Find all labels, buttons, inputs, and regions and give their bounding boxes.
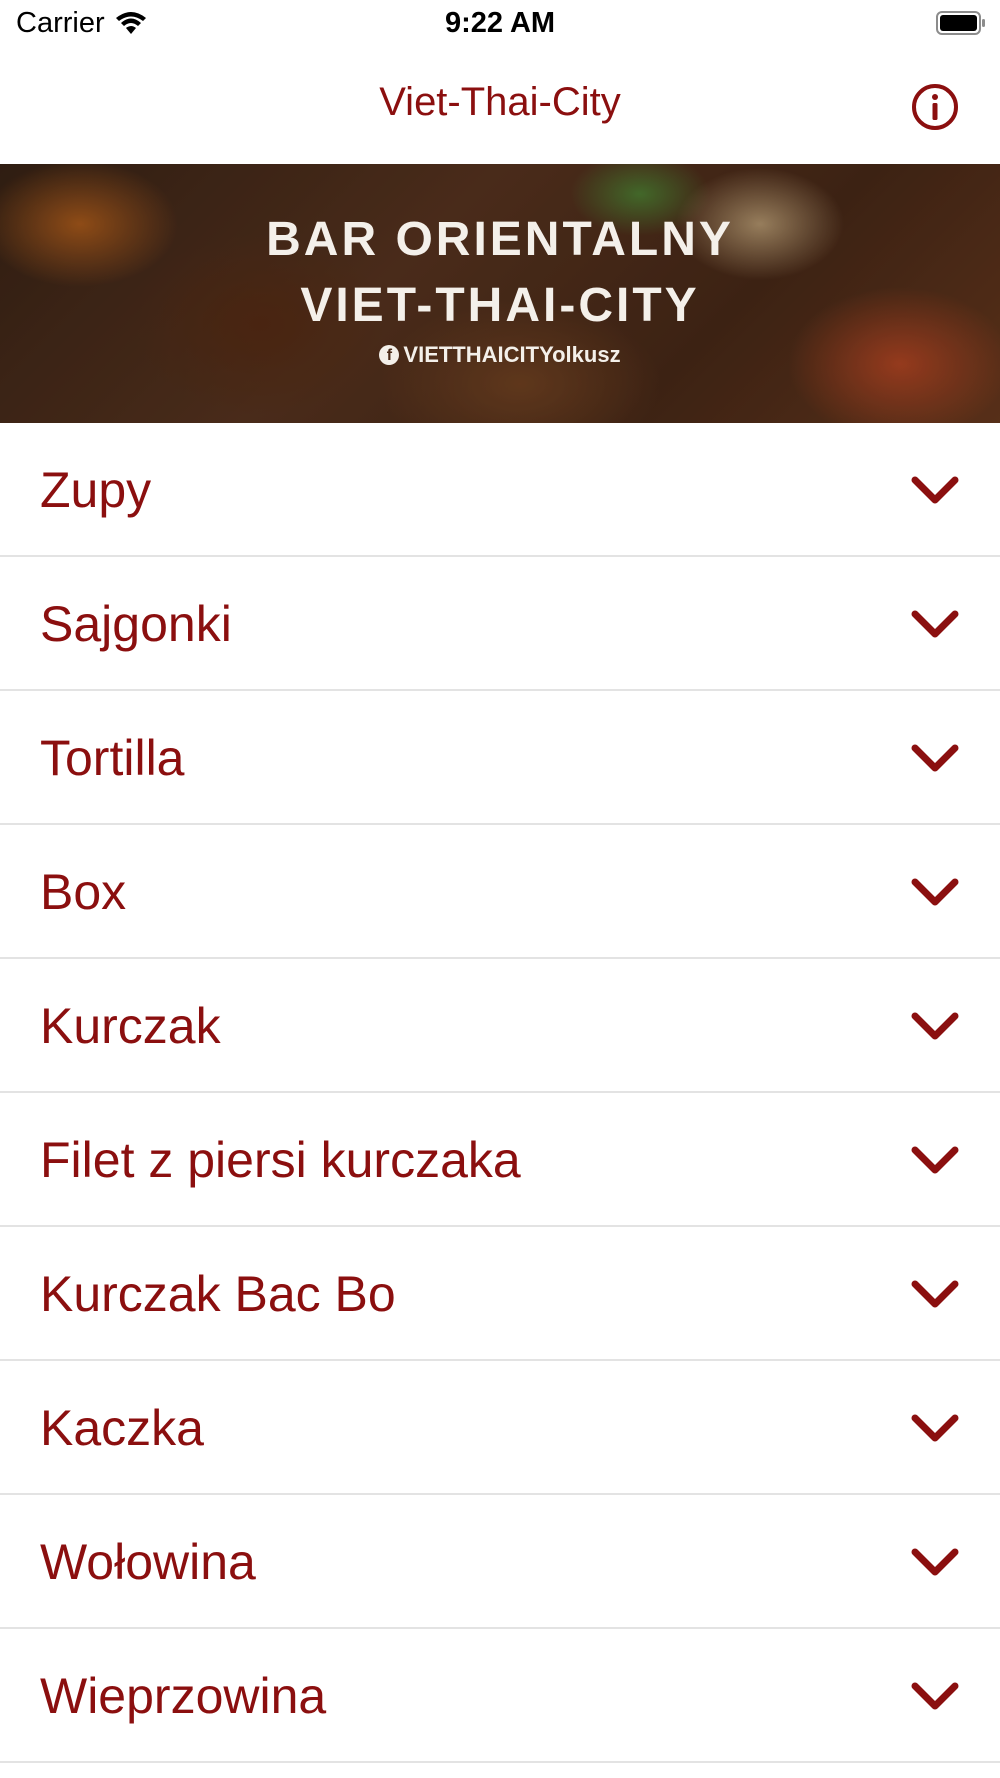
menu-row-sajgonki[interactable]: Sajgonki [0, 557, 1000, 691]
menu-row-label: Box [40, 864, 127, 920]
info-icon[interactable] [910, 82, 960, 132]
chevron-down-icon [911, 476, 959, 504]
menu-row-kurczak-bac-bo[interactable]: Kurczak Bac Bo [0, 1227, 1000, 1361]
chevron-down-icon [911, 744, 959, 772]
menu-category-list: Zupy Sajgonki Tortilla Box Kurczak Filet… [0, 423, 1000, 1763]
menu-row-kaczka[interactable]: Kaczka [0, 1361, 1000, 1495]
menu-row-box[interactable]: Box [0, 825, 1000, 959]
chevron-down-icon [911, 1012, 959, 1040]
menu-row-label: Kaczka [40, 1400, 204, 1456]
menu-row-kurczak[interactable]: Kurczak [0, 959, 1000, 1093]
menu-row-wieprzowina[interactable]: Wieprzowina [0, 1629, 1000, 1763]
facebook-icon: f [379, 345, 400, 365]
navigation-bar: Viet-Thai-City [0, 52, 1000, 164]
chevron-down-icon [911, 878, 959, 906]
menu-row-tortilla[interactable]: Tortilla [0, 691, 1000, 825]
chevron-down-icon [911, 1146, 959, 1174]
chevron-down-icon [911, 1548, 959, 1576]
banner-title-line-2: VIET-THAI-CITY [300, 279, 700, 332]
menu-row-label: Sajgonki [40, 596, 232, 652]
menu-row-label: Wołowina [40, 1534, 256, 1590]
status-time: 9:22 AM [444, 7, 556, 39]
battery-icon [936, 11, 985, 35]
menu-row-label: Filet z piersi kurczaka [40, 1132, 521, 1188]
menu-row-label: Kurczak Bac Bo [40, 1266, 396, 1322]
banner-handle-text: VIETTHAICITYolkusz [403, 342, 621, 367]
banner-title-line-1: BAR ORIENTALNY [266, 213, 734, 266]
menu-row-filet-z-piersi-kurczaka[interactable]: Filet z piersi kurczaka [0, 1093, 1000, 1227]
menu-row-label: Zupy [40, 462, 152, 518]
menu-row-label: Wieprzowina [40, 1668, 327, 1724]
menu-row-label: Kurczak [40, 998, 221, 1054]
chevron-down-icon [911, 1682, 959, 1710]
status-bar: Carrier 9:22 AM [0, 0, 1000, 52]
nav-title: Viet-Thai-City [379, 80, 621, 124]
chevron-down-icon [911, 610, 959, 638]
menu-row-wolowina[interactable]: Wołowina [0, 1495, 1000, 1629]
header-banner-image: BAR ORIENTALNY VIET-THAI-CITY f VIETTHAI… [0, 164, 1000, 423]
chevron-down-icon [911, 1280, 959, 1308]
banner-social-handle: f VIETTHAICITYolkusz [0, 342, 1000, 368]
menu-row-zupy[interactable]: Zupy [0, 423, 1000, 557]
menu-row-label: Tortilla [40, 730, 185, 786]
chevron-down-icon [911, 1414, 959, 1442]
